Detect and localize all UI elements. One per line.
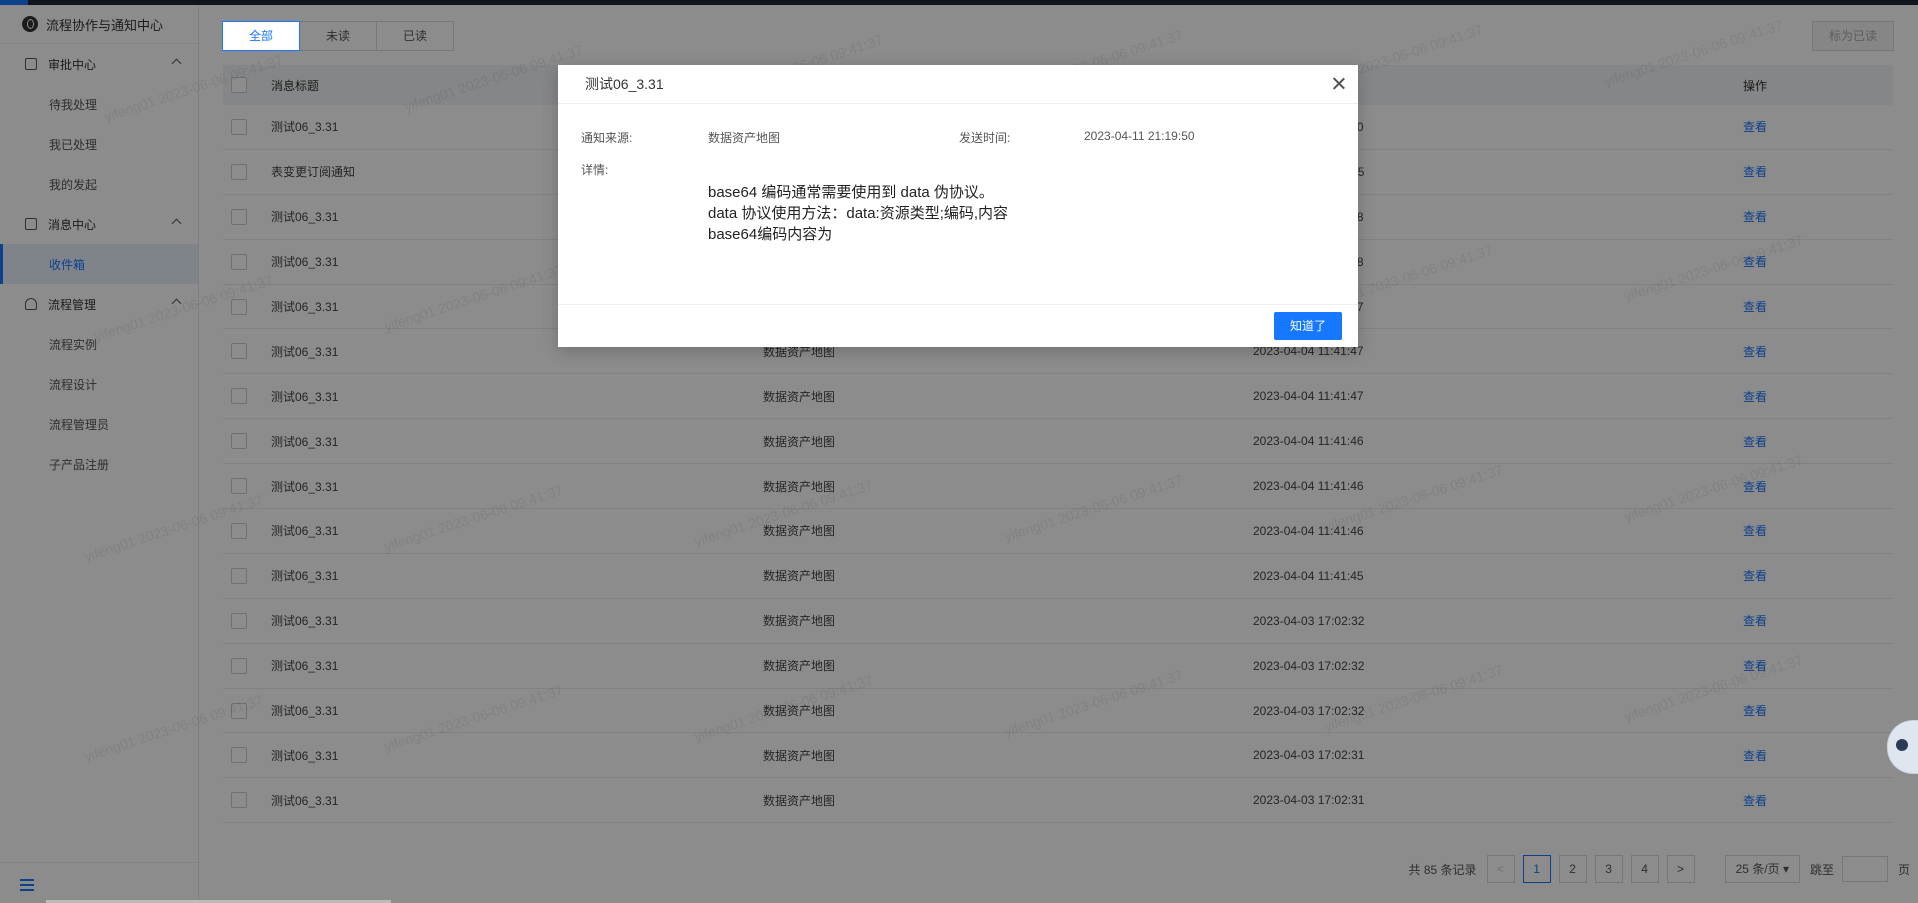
modal-body: 通知来源: 数据资产地图 发送时间: 2023-04-11 21:19:50 详…: [558, 104, 1358, 305]
source-label: 通知来源:: [581, 131, 633, 145]
detail-line: base64编码内容为: [708, 226, 833, 243]
tab-all[interactable]: 全部: [222, 21, 301, 51]
time-value: 2023-04-11 21:19:50: [1084, 129, 1195, 143]
source-value: 数据资产地图: [708, 131, 781, 145]
message-detail-modal: 测试06_3.31 通知来源: 数据资产地图 发送时间: 2023-04-11 …: [558, 65, 1358, 347]
detail-label: 详情:: [581, 163, 609, 177]
close-icon[interactable]: [1330, 75, 1348, 93]
detail-content: base64 编码通常需要使用到 data 伪协议。 data 协议使用方法：d…: [708, 182, 1008, 245]
detail-line: data 协议使用方法：data:资源类型;编码,内容: [708, 205, 1009, 222]
acknowledge-button[interactable]: 知道了: [1273, 312, 1342, 340]
time-label: 发送时间:: [959, 131, 1011, 145]
detail-line: base64 编码通常需要使用到 data 伪协议。: [708, 184, 994, 201]
modal-title: 测试06_3.31: [585, 76, 664, 92]
modal-header: 测试06_3.31: [558, 65, 1358, 104]
